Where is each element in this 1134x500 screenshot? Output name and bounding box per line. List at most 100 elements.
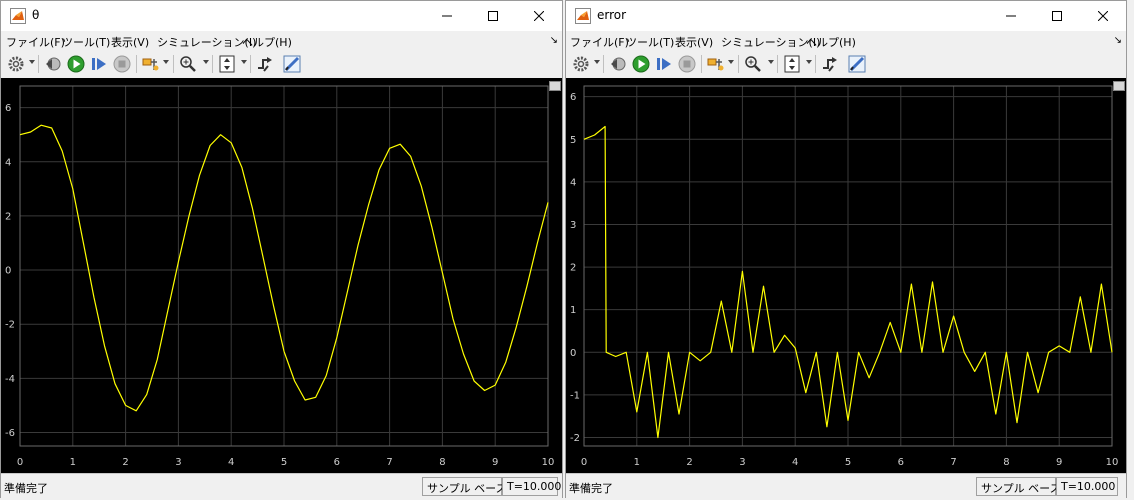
sample-mode-indicator: サンプル ベース [422,477,507,496]
trigger-icon[interactable] [255,54,275,74]
toolbar [566,50,1126,79]
zoom-icon[interactable] [178,54,198,74]
maximize-icon [1052,11,1062,21]
x-tick-label: 2 [686,457,692,468]
y-tick-label: 5 [570,135,576,146]
y-tick-label: 6 [5,103,11,114]
toolbar-separator [38,55,39,73]
zoom-dropdown-icon[interactable] [203,60,209,64]
expand-toolstrip-icon[interactable] [1113,81,1125,91]
x-tick-label: 3 [175,457,181,468]
matlab-icon [10,8,26,24]
toolbar [1,50,562,79]
maximize-button[interactable] [470,1,516,31]
settings-icon[interactable] [6,54,26,74]
minimize-button[interactable] [988,1,1034,31]
settings-dropdown-icon[interactable] [29,60,35,64]
plot-area[interactable]: 0 1 2 3 4 5 6 7 8 9 10 -2 -1 0 1 2 3 4 5 6 [566,78,1126,473]
window-title: error [597,8,627,22]
step-back-icon[interactable] [43,54,63,74]
x-tick-label: 0 [581,457,587,468]
toolbar-separator [815,55,816,73]
zoom-dropdown-icon[interactable] [768,60,774,64]
x-tick-label: 8 [439,457,445,468]
minimize-button[interactable] [424,1,470,31]
line-chart: 0 1 2 3 4 5 6 7 8 9 10 -2 -1 0 1 2 3 4 5 6 [570,85,1118,468]
close-icon [1098,11,1108,21]
autoscale-dropdown-icon[interactable] [241,60,247,64]
x-tick-label: 6 [334,457,340,468]
x-tick-label: 9 [492,457,498,468]
maximize-button[interactable] [1034,1,1080,31]
y-tick-label: -2 [5,320,15,331]
y-tick-label: 3 [570,220,576,231]
menu-tools[interactable]: ツール(T) [62,34,110,50]
menu-help[interactable]: ヘルプ(H) [242,34,292,50]
step-forward-icon[interactable] [654,54,674,74]
status-ready: 準備完了 [569,482,613,495]
menu-tools[interactable]: ツール(T) [626,34,674,50]
highlight-block-icon[interactable] [141,54,161,74]
matlab-icon [575,8,591,24]
close-button[interactable] [1080,1,1126,31]
step-back-icon[interactable] [608,54,628,74]
maximize-icon [488,11,498,21]
highlight-dropdown-icon[interactable] [163,60,169,64]
close-button[interactable] [516,1,562,31]
x-tick-label: 2 [122,457,128,468]
menu-help[interactable]: ヘルプ(H) [806,34,856,50]
gridlines [19,86,549,446]
pin-icon[interactable]: ↘ [1114,35,1122,46]
y-tick-label: 1 [570,305,576,316]
stop-icon[interactable] [112,54,132,74]
toolbar-separator [777,55,778,73]
menu-view[interactable]: 表示(V) [675,34,713,50]
menu-bar: ファイル(F) ツール(T) 表示(V) シミュレーション(I) ヘルプ(H) … [1,31,562,50]
y-tick-label: 2 [570,263,576,274]
menu-file[interactable]: ファイル(F) [6,34,65,50]
y-tick-label: 4 [5,157,11,168]
x-tick-label: 9 [1056,457,1062,468]
y-tick-label: 0 [5,266,11,277]
title-bar[interactable]: error [566,1,1126,31]
autoscale-icon[interactable] [217,54,237,74]
x-tick-label: 7 [386,457,392,468]
menu-file[interactable]: ファイル(F) [570,34,629,50]
trigger-icon[interactable] [820,54,840,74]
x-tick-label: 7 [950,457,956,468]
settings-icon[interactable] [571,54,591,74]
highlight-dropdown-icon[interactable] [728,60,734,64]
title-bar[interactable]: θ [1,1,562,31]
measurements-icon[interactable] [282,54,302,74]
autoscale-icon[interactable] [782,54,802,74]
x-tick-label: 4 [228,457,234,468]
close-icon [534,11,544,21]
expand-toolstrip-icon[interactable] [549,81,561,91]
y-tick-label: 6 [570,92,576,103]
x-tick-label: 8 [1003,457,1009,468]
plot-area[interactable]: 0 1 2 3 4 5 6 7 8 9 10 -6 -4 -2 0 2 4 6 [1,78,562,473]
menu-view[interactable]: 表示(V) [111,34,149,50]
pin-icon[interactable]: ↘ [550,35,558,46]
sim-time-indicator: T=10.000 [1056,477,1118,496]
y-tick-label: -1 [570,390,580,401]
measurements-icon[interactable] [847,54,867,74]
step-forward-icon[interactable] [89,54,109,74]
run-icon[interactable] [631,54,651,74]
autoscale-dropdown-icon[interactable] [806,60,812,64]
run-icon[interactable] [66,54,86,74]
x-tick-label: 1 [70,457,76,468]
x-tick-label: 5 [845,457,851,468]
status-bar: 準備完了 サンプル ベース T=10.000 [566,473,1126,500]
y-tick-label: -6 [5,428,15,439]
toolbar-separator [212,55,213,73]
settings-dropdown-icon[interactable] [594,60,600,64]
sim-time-indicator: T=10.000 [502,477,561,496]
window-title: θ [32,8,40,22]
zoom-icon[interactable] [743,54,763,74]
stop-icon[interactable] [677,54,697,74]
toolbar-separator [603,55,604,73]
minimize-icon [1006,15,1016,17]
toolbar-separator [136,55,137,73]
highlight-block-icon[interactable] [706,54,726,74]
